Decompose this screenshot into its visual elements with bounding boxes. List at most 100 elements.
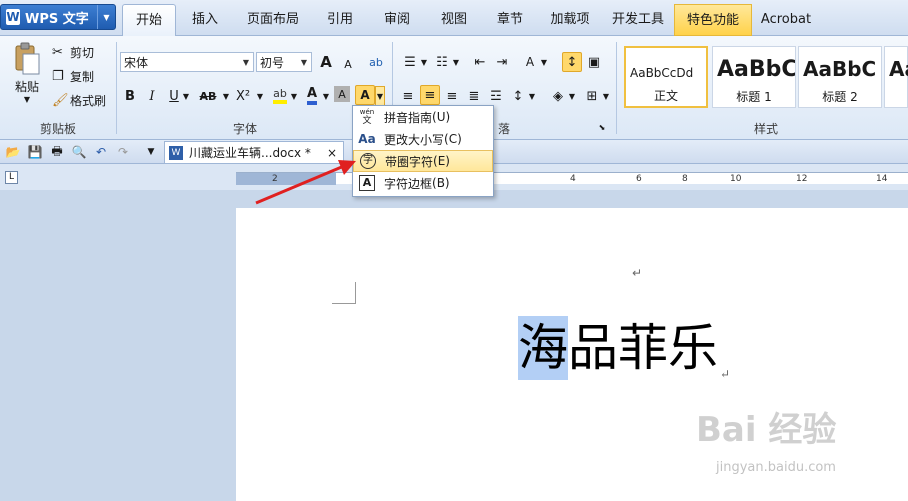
change-case-icon: Aa [358, 132, 376, 146]
print-icon[interactable]: 🖶 [48, 143, 66, 161]
chevron-down-icon[interactable]: ▼ [566, 86, 578, 106]
show-marks-icon[interactable]: ↕ [562, 52, 582, 72]
paste-label: 粘贴 [14, 80, 39, 94]
justify-icon[interactable]: ≣ [464, 86, 484, 106]
italic-button[interactable]: I [142, 86, 162, 106]
chevron-down-icon: ▼ [300, 57, 308, 67]
chevron-down-icon[interactable]: ▼ [180, 86, 192, 106]
grow-font-button[interactable]: A [316, 52, 336, 72]
line-spacing-icon[interactable]: ↕ [508, 86, 528, 106]
font-name-select[interactable]: 宋体 ▼ [120, 52, 254, 72]
save-icon[interactable]: 💾 [26, 143, 44, 161]
format-painter-icon: 🖌 [52, 93, 69, 108]
font-name-value: 宋体 [124, 55, 149, 70]
tab-home[interactable]: 开始 [122, 4, 176, 36]
font-size-select[interactable]: 初号 ▼ [256, 52, 312, 72]
align-center-icon[interactable]: ≡ [420, 85, 440, 105]
style-heading-2[interactable]: AaBbC 标题 2 [798, 46, 882, 108]
tab-special-features[interactable]: 特色功能 [674, 4, 752, 36]
tab-page-layout[interactable]: 页面布局 [234, 4, 312, 36]
copy-button[interactable]: ❐ 复制 [52, 68, 94, 85]
clear-format-icon[interactable]: ab [366, 52, 386, 72]
chevron-down-icon[interactable]: ▼ [450, 52, 462, 72]
app-menu-dropdown-icon[interactable]: ▼ [97, 5, 115, 29]
para-settings-icon[interactable]: ▣ [584, 52, 604, 72]
horizontal-ruler[interactable]: 2 4 6 8 10 12 14 [236, 172, 908, 185]
paste-dropdown-icon[interactable]: ▼ [24, 95, 30, 104]
increase-indent-icon[interactable]: ⇥ [492, 52, 512, 72]
ribbon-tabs: 开始 插入 页面布局 引用 审阅 视图 章节 加载项 开发工具 特色功能 Acr… [122, 4, 820, 36]
tab-acrobat[interactable]: Acrobat [752, 4, 820, 36]
document-tab[interactable]: W 川藏运业车辆...docx * × [164, 141, 344, 163]
bold-button[interactable]: B [120, 86, 140, 106]
chevron-down-icon[interactable]: ▼ [288, 86, 300, 106]
menu-item-character-border[interactable]: A 字符边框 (B) [353, 172, 493, 194]
bullets-icon[interactable]: ☰ [400, 52, 420, 72]
distribute-icon[interactable]: ☲ [486, 86, 506, 106]
strikethrough-button[interactable]: AB [196, 86, 220, 106]
close-icon[interactable]: × [327, 146, 337, 160]
char-shading-icon[interactable]: A [334, 86, 350, 102]
align-left-icon[interactable]: ≡ [398, 86, 418, 106]
ruler-tick: 4 [570, 174, 576, 184]
style-heading-1[interactable]: AaBbC 标题 1 [712, 46, 796, 108]
undo-icon[interactable]: ↶ [92, 143, 110, 161]
document-text[interactable]: 品菲乐 [568, 316, 718, 380]
text-direction-icon[interactable]: A [520, 52, 540, 72]
menu-item-enclosed-characters[interactable]: 字 带圈字符 (E) [353, 150, 493, 172]
open-folder-icon[interactable]: 📂 [4, 143, 22, 161]
chevron-down-icon[interactable]: ▼ [375, 86, 385, 106]
superscript-button[interactable]: X² [232, 86, 254, 106]
menu-item-label: 字符边框 [384, 176, 433, 191]
fill-color-icon[interactable]: ◈ [548, 86, 568, 106]
enclosed-char-icon: 字 [357, 151, 379, 171]
cut-button[interactable]: ✂ 剪切 [52, 44, 94, 61]
style-heading-3[interactable]: AaB [884, 46, 908, 108]
format-painter-button[interactable]: 🖌 格式刷 [52, 92, 106, 109]
phonetic-guide-icon: wén 文 [359, 108, 375, 126]
chevron-down-icon[interactable]: ▼ [220, 86, 232, 106]
borders-icon[interactable]: ⊞ [582, 86, 602, 106]
chevron-down-icon[interactable]: ▼ [254, 86, 266, 106]
tab-developer[interactable]: 开发工具 [602, 4, 674, 36]
decrease-indent-icon[interactable]: ⇤ [470, 52, 490, 72]
chevron-down-icon[interactable]: ▼ [320, 86, 332, 106]
ruler-left-margin [236, 173, 336, 185]
char-format-menu-button[interactable]: A [355, 85, 375, 105]
paste-button[interactable]: 粘贴 ▼ [8, 42, 46, 104]
document-page[interactable]: ↵ 海 品菲乐 ↵ [236, 208, 908, 501]
tab-stop-selector[interactable]: L [5, 171, 18, 184]
selected-character[interactable]: 海 [518, 316, 568, 380]
tab-chapter[interactable]: 章节 [482, 4, 538, 36]
group-separator [616, 42, 617, 134]
tab-addins[interactable]: 加载项 [538, 4, 602, 36]
font-color-button[interactable]: A [302, 86, 322, 106]
chevron-down-icon[interactable]: ▼ [600, 86, 612, 106]
chevron-down-icon[interactable]: ▼ [418, 52, 430, 72]
copy-icon: ❐ [52, 69, 64, 84]
paragraph-group-label: 落 [497, 122, 510, 136]
tab-references[interactable]: 引用 [312, 4, 368, 36]
numbering-icon[interactable]: ☷ [432, 52, 452, 72]
print-preview-icon[interactable]: 🔍 [70, 143, 88, 161]
redo-icon[interactable]: ↷ [114, 143, 132, 161]
align-right-icon[interactable]: ≡ [442, 86, 462, 106]
app-menu-button[interactable]: W WPS 文字 ▼ [0, 4, 116, 30]
tab-view[interactable]: 视图 [426, 4, 482, 36]
shrink-font-button[interactable]: A [338, 54, 358, 74]
tab-review[interactable]: 审阅 [368, 4, 426, 36]
paragraph-mark: ↵ [632, 266, 643, 280]
ruler-tick: 8 [682, 174, 688, 184]
tab-insert[interactable]: 插入 [176, 4, 234, 36]
highlight-icon[interactable]: ab [270, 86, 290, 106]
menu-item-change-case[interactable]: Aa 更改大小写 (C) [353, 128, 493, 150]
menu-item-key: (U) [432, 110, 451, 124]
ruler-tick: 10 [730, 174, 742, 184]
chevron-down-icon[interactable]: ▼ [526, 86, 538, 106]
dialog-launcher-icon[interactable]: ⬊ [596, 120, 608, 134]
customize-toolbar-icon[interactable]: ▼ [142, 143, 160, 161]
menu-item-phonetic-guide[interactable]: wén 文 拼音指南 (U) [353, 106, 493, 128]
document-text-line[interactable]: 海 品菲乐 ↵ [518, 316, 730, 380]
style-normal[interactable]: AaBbCcDd 正文 [624, 46, 708, 108]
chevron-down-icon[interactable]: ▼ [538, 52, 550, 72]
